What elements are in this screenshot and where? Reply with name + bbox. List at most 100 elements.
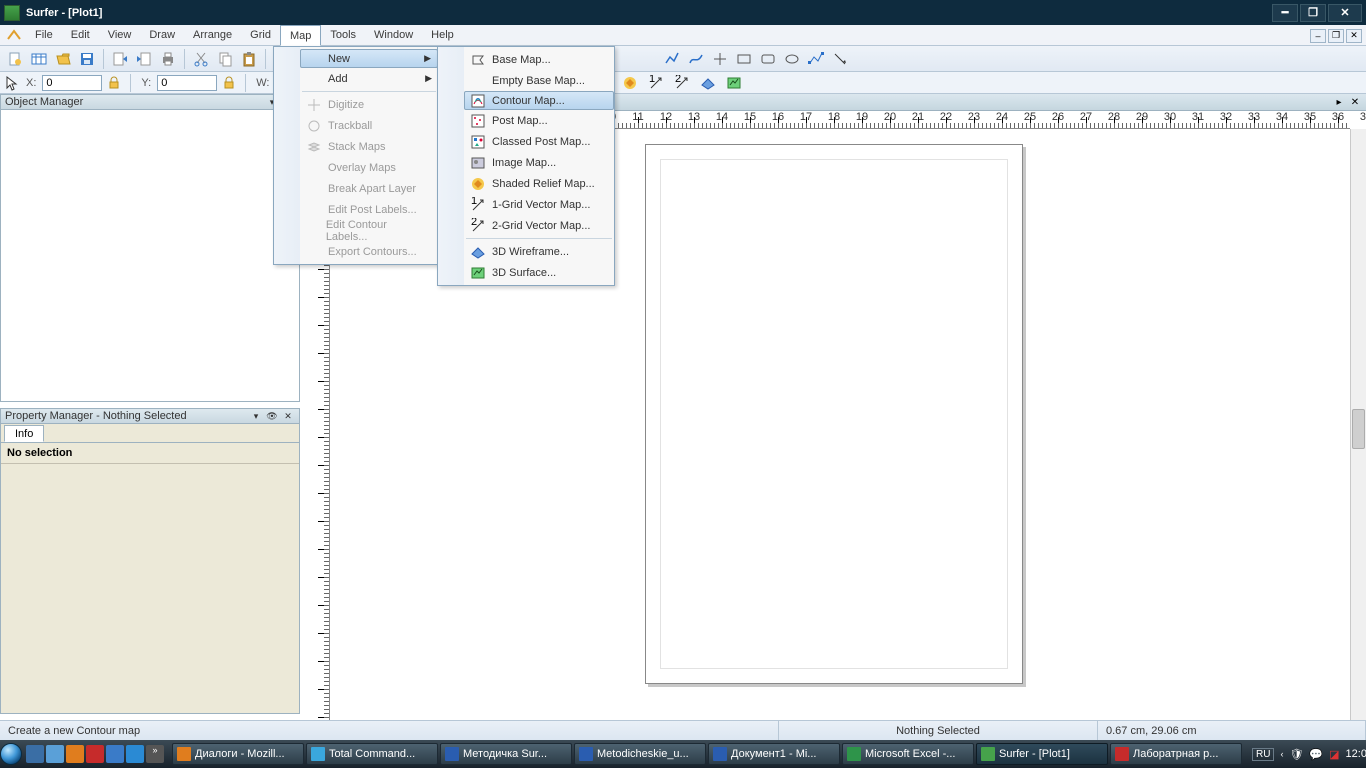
object-manager-body[interactable]	[0, 110, 300, 402]
map-menu-add[interactable]: Add	[300, 68, 438, 89]
reshape-tool-button[interactable]	[805, 48, 827, 70]
surface-map-button[interactable]	[723, 72, 745, 94]
ql-save[interactable]	[106, 745, 124, 763]
taskbar-task[interactable]: Диалоги - Mozill...	[172, 743, 304, 765]
tray-icon[interactable]: 🛡	[1289, 748, 1303, 761]
new-shaded-relief-map[interactable]: Shaded Relief Map...	[464, 173, 614, 194]
task-label: Metodicheskie_u...	[597, 748, 689, 760]
mdi-close-button[interactable]: ✕	[1346, 29, 1362, 43]
tab-info[interactable]: Info	[4, 425, 44, 442]
rectangle-tool-button[interactable]	[733, 48, 755, 70]
paste-button[interactable]	[238, 48, 260, 70]
tray-icon[interactable]: 💬	[1309, 748, 1323, 761]
ql-firefox[interactable]	[66, 745, 84, 763]
language-indicator[interactable]: RU	[1252, 748, 1274, 761]
save-button[interactable]	[76, 48, 98, 70]
status-hint: Create a new Contour map	[0, 721, 778, 740]
map-menu-new[interactable]: New	[300, 49, 438, 68]
relief-map-button[interactable]	[619, 72, 641, 94]
dock-menu-button[interactable]: ▸	[1332, 96, 1346, 108]
new-base-map[interactable]: Base Map...	[464, 49, 614, 70]
print-button[interactable]	[157, 48, 179, 70]
point-tool-button[interactable]	[709, 48, 731, 70]
new-1grid-vector-map[interactable]: 11-Grid Vector Map...	[464, 194, 614, 215]
vector1-map-button[interactable]: 1	[645, 72, 667, 94]
x-input[interactable]	[42, 75, 102, 91]
scrollbar-thumb[interactable]	[1352, 409, 1365, 449]
open-button[interactable]	[52, 48, 74, 70]
taskbar-task[interactable]: Лаборатрная р...	[1110, 743, 1242, 765]
menu-arrange[interactable]: Arrange	[184, 25, 241, 45]
menu-map[interactable]: Map	[280, 25, 321, 46]
vertical-scrollbar[interactable]	[1350, 129, 1366, 730]
taskbar-task[interactable]: Surfer - [Plot1]	[976, 743, 1108, 765]
tray-expand-icon[interactable]: ‹	[1280, 749, 1283, 759]
dock-close-button[interactable]: ✕	[1348, 96, 1362, 108]
menu-grid[interactable]: Grid	[241, 25, 280, 45]
new-contour-map[interactable]: Contour Map...	[464, 91, 614, 110]
menu-tools[interactable]: Tools	[321, 25, 365, 45]
new-worksheet-button[interactable]	[28, 48, 50, 70]
freehand-tool-button[interactable]	[829, 48, 851, 70]
mdi-restore-button[interactable]: ❐	[1328, 29, 1344, 43]
ellipse-tool-button[interactable]	[781, 48, 803, 70]
mdi-controls: – ❐ ✕	[1310, 25, 1362, 46]
ql-expand[interactable]: »	[146, 745, 164, 763]
lock-icon-2[interactable]	[221, 75, 237, 91]
new-3d-surface[interactable]: 3D Surface...	[464, 262, 614, 283]
mdi-minimize-button[interactable]: –	[1310, 29, 1326, 43]
export-button[interactable]	[133, 48, 155, 70]
menu-edit[interactable]: Edit	[62, 25, 99, 45]
maximize-button[interactable]: ❐	[1300, 4, 1326, 22]
wireframe-map-button[interactable]	[697, 72, 719, 94]
new-submenu-list: Base Map... Empty Base Map... Contour Ma…	[464, 47, 614, 285]
lock-icon[interactable]	[106, 75, 122, 91]
taskbar-task[interactable]: Total Command...	[306, 743, 438, 765]
contour-icon	[468, 93, 488, 109]
spline-tool-button[interactable]	[685, 48, 707, 70]
vector2-map-button[interactable]: 2	[671, 72, 693, 94]
start-button[interactable]	[0, 740, 22, 768]
page[interactable]	[645, 144, 1023, 684]
y-input[interactable]	[157, 75, 217, 91]
taskbar-task[interactable]: Metodicheskie_u...	[574, 743, 706, 765]
new-plot-button[interactable]	[4, 48, 26, 70]
task-label: Surfer - [Plot1]	[999, 748, 1070, 760]
minimize-button[interactable]: ━	[1272, 4, 1298, 22]
copy-button[interactable]	[214, 48, 236, 70]
tray-icon[interactable]: ◪	[1329, 748, 1339, 761]
close-button[interactable]: ✕	[1328, 4, 1362, 22]
menu-view[interactable]: View	[99, 25, 141, 45]
map-menu-edit-post: Edit Post Labels...	[300, 199, 438, 220]
cut-button[interactable]	[190, 48, 212, 70]
menu-file[interactable]: File	[26, 25, 62, 45]
menu-draw[interactable]: Draw	[140, 25, 184, 45]
taskbar-task[interactable]: Документ1 - Mi...	[708, 743, 840, 765]
new-2grid-vector-map[interactable]: 22-Grid Vector Map...	[464, 215, 614, 236]
import-button[interactable]	[109, 48, 131, 70]
clock[interactable]: 12:04	[1346, 748, 1366, 760]
ql-switch[interactable]	[46, 745, 64, 763]
rounded-rect-tool-button[interactable]	[757, 48, 779, 70]
panel-pin-button[interactable]: 👁	[265, 410, 279, 422]
system-tray: RU ‹ 🛡 💬 ◪ 12:04	[1246, 748, 1366, 761]
panel-close-button[interactable]: ✕	[281, 410, 295, 422]
map-menu-stack: Stack Maps	[300, 136, 438, 157]
ql-showdesktop[interactable]	[26, 745, 44, 763]
taskbar-task[interactable]: Microsoft Excel -...	[842, 743, 974, 765]
new-empty-base-map[interactable]: Empty Base Map...	[464, 70, 614, 91]
new-post-map[interactable]: Post Map...	[464, 110, 614, 131]
ql-ie[interactable]	[126, 745, 144, 763]
new-3d-wireframe[interactable]: 3D Wireframe...	[464, 241, 614, 262]
new-image-map[interactable]: Image Map...	[464, 152, 614, 173]
panel-dropdown-button[interactable]: ▾	[249, 410, 263, 422]
new-classed-post-map[interactable]: Classed Post Map...	[464, 131, 614, 152]
menu-help[interactable]: Help	[422, 25, 463, 45]
map-menu-digitize: Digitize	[300, 94, 438, 115]
taskbar-task[interactable]: Методичка Sur...	[440, 743, 572, 765]
polyline-tool-button[interactable]	[661, 48, 683, 70]
ql-opera[interactable]	[86, 745, 104, 763]
menu-window[interactable]: Window	[365, 25, 422, 45]
task-label: Лаборатрная р...	[1133, 748, 1218, 760]
task-icon	[981, 747, 995, 761]
